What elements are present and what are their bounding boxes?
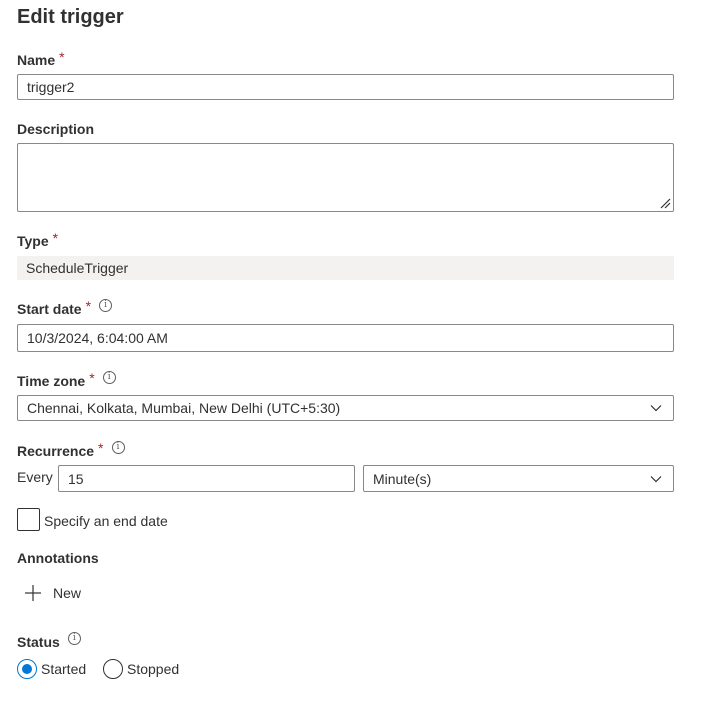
- status-started-label: Started: [41, 661, 87, 677]
- end-date-checkbox[interactable]: [17, 508, 40, 531]
- radio-unselected-icon[interactable]: [103, 659, 123, 679]
- resize-grip-icon[interactable]: [660, 198, 671, 209]
- chevron-down-icon: [650, 405, 662, 412]
- new-annotation-label: New: [53, 585, 82, 601]
- start-date-label: Start date * i: [17, 298, 113, 317]
- description-label-text: Description: [17, 121, 95, 137]
- recurrence-unit-value: Minute(s): [373, 470, 432, 487]
- radio-selected-icon[interactable]: [17, 659, 37, 679]
- status-label-text: Status: [17, 634, 60, 650]
- info-icon[interactable]: i: [102, 370, 116, 384]
- annotations-label: Annotations: [17, 550, 99, 566]
- type-readonly-field: ScheduleTrigger: [17, 256, 674, 280]
- time-zone-dropdown[interactable]: Chennai, Kolkata, Mumbai, New Delhi (UTC…: [17, 395, 674, 421]
- type-value: ScheduleTrigger: [26, 260, 129, 276]
- type-label-text: Type: [17, 233, 49, 249]
- new-annotation-button[interactable]: New: [24, 584, 81, 602]
- status-radio-stopped[interactable]: Stopped: [103, 659, 179, 679]
- required-marker: *: [85, 298, 92, 314]
- recurrence-label: Recurrence * i: [17, 440, 125, 459]
- info-icon[interactable]: i: [67, 631, 81, 645]
- name-input-value: trigger2: [27, 79, 75, 95]
- every-label: Every: [17, 469, 53, 485]
- start-date-label-text: Start date: [17, 301, 82, 317]
- status-label: Status i: [17, 631, 81, 650]
- chevron-down-icon: [650, 475, 662, 482]
- required-marker: *: [52, 230, 59, 246]
- recurrence-label-text: Recurrence: [17, 443, 95, 459]
- name-input[interactable]: trigger2: [17, 74, 674, 100]
- status-stopped-label: Stopped: [127, 661, 180, 677]
- type-label: Type *: [17, 230, 59, 249]
- status-radio-started[interactable]: Started: [17, 659, 86, 679]
- time-zone-label-text: Time zone: [17, 373, 86, 389]
- start-date-input[interactable]: 10/3/2024, 6:04:00 AM: [17, 324, 674, 352]
- annotations-label-text: Annotations: [17, 550, 99, 566]
- recurrence-unit-dropdown[interactable]: Minute(s): [363, 465, 674, 492]
- description-label: Description: [17, 121, 94, 137]
- start-date-value: 10/3/2024, 6:04:00 AM: [27, 330, 168, 346]
- time-zone-value: Chennai, Kolkata, Mumbai, New Delhi (UTC…: [27, 400, 341, 416]
- required-marker: *: [59, 49, 65, 65]
- panel-title: Edit trigger: [17, 6, 124, 28]
- time-zone-label: Time zone * i: [17, 370, 116, 389]
- name-label-text: Name: [17, 52, 56, 68]
- recurrence-interval-value: 15: [68, 470, 84, 487]
- end-date-checkbox-label[interactable]: Specify an end date: [44, 513, 168, 529]
- info-icon[interactable]: i: [111, 440, 125, 454]
- name-label: Name *: [17, 49, 65, 68]
- required-marker: *: [98, 440, 104, 456]
- recurrence-interval-input[interactable]: 15: [58, 465, 355, 492]
- info-icon[interactable]: i: [99, 298, 113, 312]
- required-marker: *: [89, 370, 95, 386]
- plus-icon: [25, 585, 41, 601]
- description-textarea[interactable]: [17, 143, 674, 212]
